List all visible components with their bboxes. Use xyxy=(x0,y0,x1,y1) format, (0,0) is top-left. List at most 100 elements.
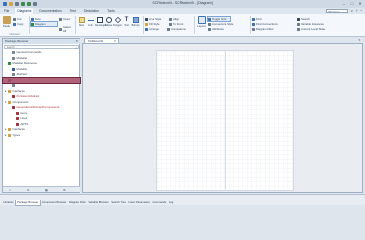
diagram-label: Diagram xyxy=(35,22,46,27)
search-label: Search xyxy=(301,17,310,22)
workspace-select[interactable]: Windows xyxy=(326,8,349,14)
diagram-button[interactable]: Diagram xyxy=(30,20,58,28)
connectors-style-button[interactable]: Connectors Style xyxy=(208,22,233,26)
home-icon[interactable]: ⌂ xyxy=(9,188,11,192)
undo-icon[interactable] xyxy=(21,1,25,6)
maximize-button[interactable]: □ xyxy=(349,1,355,6)
save-icon[interactable] xyxy=(3,1,7,6)
current-local-state-button[interactable]: Current Local State xyxy=(297,27,325,31)
paste-button[interactable]: Paste xyxy=(1,16,12,28)
tree-item-label: Types xyxy=(12,132,20,137)
minimize-button[interactable]: – xyxy=(341,1,347,6)
bottom-tab[interactable]: Package Browser xyxy=(14,200,41,206)
sort-icon[interactable]: ⇅ xyxy=(27,188,30,192)
bottom-tab[interactable]: Diagram Filter xyxy=(68,200,87,206)
line-style-button[interactable]: Line Style xyxy=(145,17,161,21)
help-icon[interactable]: ? xyxy=(356,9,358,13)
layout-button[interactable]: Layout xyxy=(196,16,207,28)
diagram-page[interactable] xyxy=(156,50,294,191)
diagram-canvas-area[interactable] xyxy=(82,43,363,193)
rectangle-tool[interactable]: Rectangle xyxy=(95,17,106,27)
align-button[interactable]: Align xyxy=(169,17,179,21)
tree-item-icon xyxy=(8,78,11,82)
variable-icon xyxy=(297,22,300,26)
redo-icon[interactable] xyxy=(27,1,31,6)
annotations-icon xyxy=(167,27,170,31)
fill-style-button[interactable]: Fill Style xyxy=(145,22,160,26)
insert-icon xyxy=(59,17,62,21)
quick-access-toolbar xyxy=(3,1,37,6)
settings-icon[interactable] xyxy=(33,1,37,6)
bitmap-tool[interactable]: Bitmap xyxy=(131,17,140,27)
select-all-button[interactable]: Select All xyxy=(59,25,74,33)
settings-icon[interactable]: ⚙ xyxy=(63,188,66,192)
search-input[interactable] xyxy=(6,45,69,50)
cut-button[interactable]: Cut xyxy=(13,17,21,21)
attributes-button[interactable]: Attributes xyxy=(208,27,224,31)
find-connections-button[interactable]: Find Connections xyxy=(252,22,278,26)
filter-icon xyxy=(252,27,255,31)
ellipse-icon xyxy=(105,17,112,23)
bottom-tab[interactable]: Commands xyxy=(151,200,167,206)
note-label: Note xyxy=(78,23,85,27)
ribbon-separator xyxy=(250,16,251,34)
toggle-grid-button[interactable]: Toggle Grid xyxy=(207,15,231,23)
polygon-tool[interactable]: Polygon xyxy=(113,16,122,27)
package-browser-panel: Package Browser ✕ ⌕ General CommandsMode… xyxy=(2,38,81,193)
insert-button[interactable]: Insert xyxy=(59,17,70,21)
diagram-filter-label: Diagram Filter xyxy=(256,27,274,32)
tree-item-icon xyxy=(16,117,19,121)
diagram-filter-button[interactable]: Diagram Filter xyxy=(252,27,274,31)
copy-button[interactable]: Copy xyxy=(13,22,24,26)
close-icon[interactable]: ✕ xyxy=(75,39,78,44)
package-browser-title: Package Browser xyxy=(5,39,29,43)
rectangle-icon xyxy=(96,17,103,23)
tree-item-icon xyxy=(8,133,11,137)
paste-label: Paste xyxy=(2,24,11,28)
select-all-icon xyxy=(59,27,62,31)
link-tool[interactable]: Link xyxy=(86,17,95,27)
print-icon[interactable] xyxy=(15,1,19,6)
collapse-ribbon-icon[interactable]: ^ xyxy=(361,9,363,13)
clipboard-group-label: Clipboard xyxy=(9,33,20,36)
dropdown-icon[interactable]: ▾ xyxy=(351,9,353,13)
find-button[interactable]: Find xyxy=(252,17,261,21)
ellipse-label: Ellipse xyxy=(104,23,113,27)
search-button[interactable]: Search xyxy=(297,17,310,21)
grid-view-icon[interactable]: ▦ xyxy=(45,188,48,192)
align-label: Align xyxy=(173,17,180,22)
grid-icon xyxy=(208,17,211,21)
find-label: Find xyxy=(256,17,262,22)
annotations-label: Annotations xyxy=(171,27,186,32)
close-button[interactable]: ✕ xyxy=(357,1,363,6)
window-controls: – □ ✕ xyxy=(341,1,363,6)
to-front-button[interactable]: To Front xyxy=(169,22,183,26)
text-tool[interactable]: T Text xyxy=(122,17,131,27)
find-group: Find Find Connections Diagram Filter Sea… xyxy=(252,15,364,36)
search-icon[interactable]: ⌕ xyxy=(75,46,77,50)
bottom-tab[interactable]: Insert Parameters xyxy=(127,200,151,206)
bottom-tab[interactable]: Search Tree xyxy=(110,200,127,206)
new-diagram-button[interactable]: New xyxy=(31,17,41,21)
expand-toggle-icon[interactable]: ▸ xyxy=(5,133,6,139)
open-folder-icon[interactable] xyxy=(9,1,13,6)
bottom-tab[interactable]: Libraries xyxy=(2,200,15,206)
bottom-tab[interactable]: Component Browser xyxy=(41,200,68,206)
tree-item[interactable]: ▸ Types xyxy=(3,133,80,139)
bottom-tab[interactable]: Variable Browser xyxy=(87,200,110,206)
arrange-button[interactable]: Arrange xyxy=(145,27,159,31)
ellipse-tool[interactable]: Ellipse xyxy=(104,17,113,27)
tree-item-icon xyxy=(12,51,15,55)
polygon-icon xyxy=(114,16,121,24)
ribbon: Paste Cut Copy Clipboard New Diagram Ins… xyxy=(0,14,365,37)
tree-item-icon xyxy=(8,100,11,104)
annotations-button[interactable]: Annotations xyxy=(167,27,186,31)
diagram-icon xyxy=(31,22,34,26)
find-connections-label: Find Connections xyxy=(256,22,278,27)
find-icon xyxy=(252,17,255,21)
tree-item-icon xyxy=(12,84,15,88)
to-front-label: To Front xyxy=(173,22,184,27)
note-tool[interactable]: Note xyxy=(77,17,86,27)
bottom-tab[interactable]: Log xyxy=(168,200,175,206)
variable-instances-button[interactable]: Variable Instances xyxy=(297,22,324,26)
